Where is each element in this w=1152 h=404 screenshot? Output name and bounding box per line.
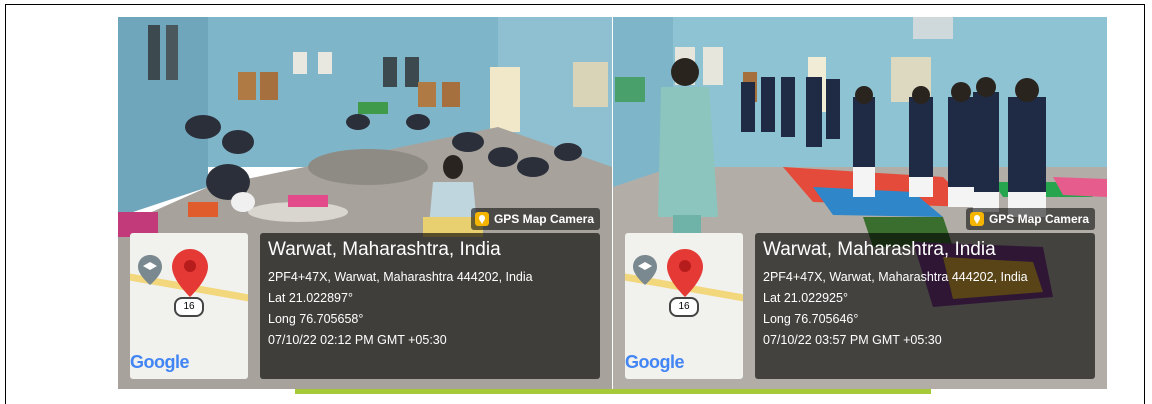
accent-bar: [295, 389, 931, 394]
latitude-line: Lat 21.022925°: [763, 291, 848, 305]
datetime-line: 07/10/22 03:57 PM GMT +05:30: [763, 333, 942, 347]
location-info-box: Warwat, Maharashtra, India 2PF4+47X, War…: [755, 233, 1095, 379]
location-info-box: Warwat, Maharashtra, India 2PF4+47X, War…: [260, 233, 600, 379]
photo-right: GPS Map Camera 16 Google Warwat, Maharas…: [613, 17, 1107, 389]
map-thumbnail: 16 Google: [130, 233, 248, 379]
school-pin-icon: [633, 255, 657, 285]
google-logo: Google: [130, 352, 190, 372]
road-shield-icon: 16: [669, 297, 699, 317]
latitude-line: Lat 21.022897°: [268, 291, 353, 305]
gps-camera-label: GPS Map Camera: [493, 212, 594, 226]
longitude-line: Long 76.705658°: [268, 312, 364, 326]
gps-camera-icon: [474, 212, 489, 226]
longitude-line: Long 76.705646°: [763, 312, 859, 326]
road-shield-icon: 16: [174, 297, 204, 317]
address-line: 2PF4+47X, Warwat, Maharashtra 444202, In…: [268, 270, 533, 284]
location-title: Warwat, Maharashtra, India: [268, 239, 501, 260]
datetime-line: 07/10/22 02:12 PM GMT +05:30: [268, 333, 447, 347]
gps-camera-icon: [969, 212, 984, 226]
gps-camera-badge: GPS Map Camera: [470, 208, 600, 230]
map-thumbnail: 16 Google: [625, 233, 743, 379]
photo-left: GPS Map Camera 16 Google Warwat, Maharas…: [118, 17, 612, 389]
map-pin-icon: [172, 249, 208, 297]
gps-camera-label: GPS Map Camera: [988, 212, 1089, 226]
google-logo: Google: [625, 352, 685, 372]
address-line: 2PF4+47X, Warwat, Maharashtra 444202, In…: [763, 270, 1028, 284]
gps-camera-badge: GPS Map Camera: [965, 208, 1095, 230]
location-title: Warwat, Maharashtra, India: [763, 239, 996, 260]
map-pin-icon: [667, 249, 703, 297]
school-pin-icon: [138, 255, 162, 285]
